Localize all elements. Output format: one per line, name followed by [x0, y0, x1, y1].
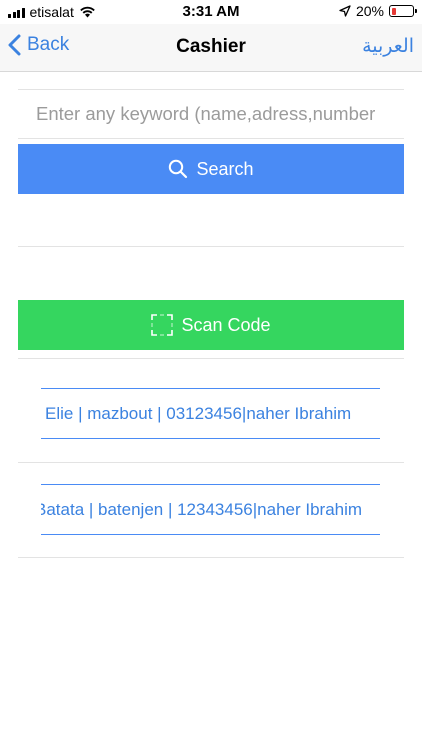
result-item[interactable]: Elie | mazbout | 03123456|naher Ibrahim — [41, 388, 380, 439]
battery-icon — [389, 5, 417, 17]
search-button[interactable]: Search — [18, 144, 404, 194]
scan-code-button[interactable]: Scan Code — [18, 300, 404, 350]
divider — [18, 557, 404, 558]
divider — [18, 138, 404, 139]
search-icon — [169, 159, 188, 179]
location-arrow-icon — [339, 5, 351, 17]
search-button-label: Search — [196, 158, 254, 179]
status-bar: etisalat 3:31 AM 20% — [0, 0, 422, 24]
scan-code-label: Scan Code — [181, 314, 271, 335]
divider — [18, 462, 404, 463]
page-title: Cashier — [176, 36, 246, 57]
divider — [18, 358, 404, 359]
result-label: Batata | batenjen | 12343456|naher Ibrah… — [41, 500, 363, 519]
battery-level — [391, 7, 396, 15]
result-label: Elie | mazbout | 03123456|naher Ibrahim — [45, 404, 352, 423]
divider — [18, 246, 404, 247]
scan-frame-icon — [151, 314, 174, 336]
nav-bar: Back Cashier العربية — [0, 24, 422, 72]
result-item[interactable]: Batata | batenjen | 12343456|naher Ibrah… — [41, 484, 380, 535]
battery-percent: 20% — [355, 3, 384, 19]
search-input[interactable] — [36, 96, 386, 132]
divider — [18, 89, 404, 90]
language-button[interactable]: العربية — [362, 35, 414, 57]
status-right: 20% — [339, 3, 417, 19]
